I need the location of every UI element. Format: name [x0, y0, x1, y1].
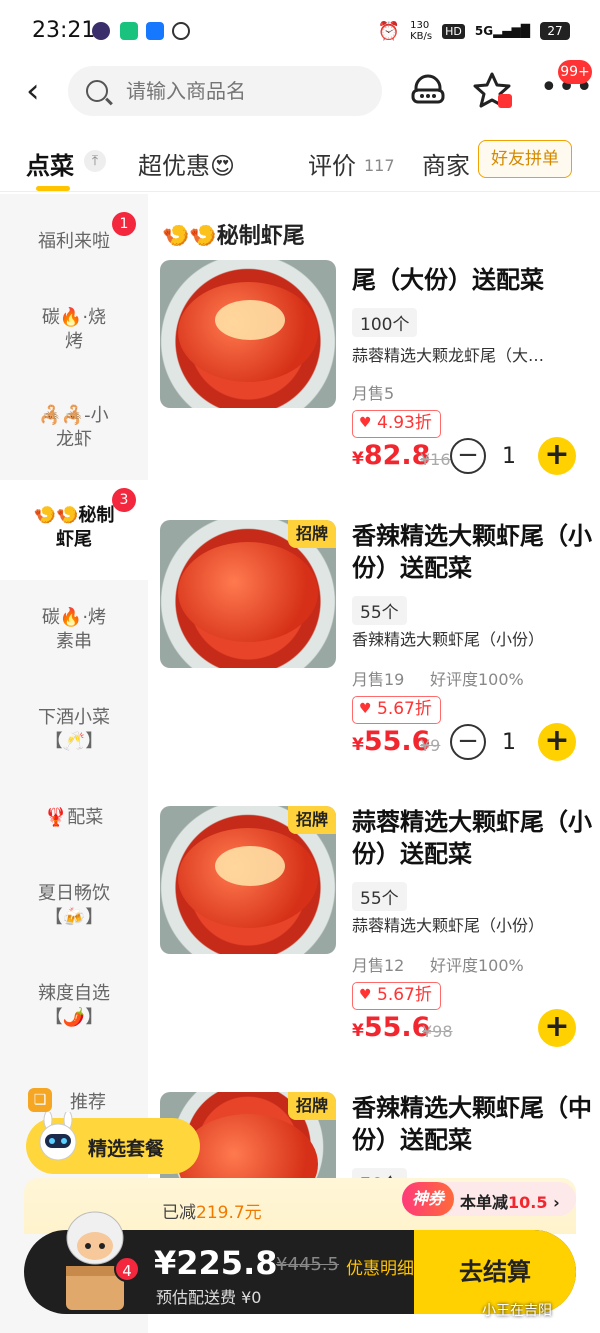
combo-label: 精选套餐: [88, 1138, 165, 1160]
delivery-fee: 预估配送费 ¥0: [156, 1288, 262, 1307]
add-button[interactable]: +: [538, 1009, 576, 1047]
product-item[interactable]: 招牌 香辣精选大颗虾尾（中份）送配菜 76个: [160, 1092, 592, 1197]
cart-count-badge: 4: [114, 1256, 140, 1282]
product-rating: 好评度100%: [430, 956, 524, 975]
product-price: ¥55.6: [352, 1012, 431, 1043]
coupon-pill[interactable]: 神券 本单减10.5 ›: [402, 1182, 576, 1216]
product-price: ¥55.6: [352, 726, 431, 757]
product-rating: 好评度100%: [430, 670, 524, 689]
product-count: 100个: [352, 308, 418, 337]
pin-top-icon[interactable]: ⤒: [84, 150, 106, 172]
status-bar: 23:21 ⏰ 130 KB/s HD 5G▂▄▆█ 27: [0, 0, 600, 62]
alarm-icon: ⏰: [377, 20, 401, 42]
battery-icon: 27: [540, 22, 570, 40]
sidebar-item-side-dishes[interactable]: 下酒小菜 【🥂】: [0, 706, 148, 754]
signature-tag: 招牌: [288, 1092, 336, 1120]
add-button[interactable]: +: [538, 437, 576, 475]
product-item[interactable]: 招牌 香辣精选大颗虾尾（小份）送配菜 55个 香辣精选大颗虾尾（小份） 月售19…: [160, 520, 592, 761]
discount-badge: 5.67折: [352, 696, 441, 724]
product-price: ¥82.8: [352, 440, 431, 471]
product-desc: 蒜蓉精选大颗虾尾（小份）: [352, 916, 545, 935]
product-desc: 蒜蓉精选大颗龙虾尾（大…: [352, 346, 545, 365]
sidebar-item-extras[interactable]: 🦞配菜: [0, 806, 148, 830]
product-name: 蒜蓉精选大颗虾尾（小份）送配菜: [352, 808, 592, 868]
decrease-button[interactable]: −: [450, 438, 486, 474]
discount-badge: 4.93折: [352, 410, 441, 438]
product-image[interactable]: [160, 260, 336, 408]
tab-order[interactable]: 点菜: [26, 146, 74, 181]
watermark: 小王在吉阳: [482, 1303, 552, 1319]
tab-reviews[interactable]: 评价: [308, 146, 356, 181]
sidebar-badge: 1: [112, 212, 136, 236]
original-price: ¥16: [420, 450, 451, 469]
customer-service-icon[interactable]: [408, 70, 448, 110]
product-item[interactable]: 招牌 蒜蓉精选大颗虾尾（小份）送配菜 55个 蒜蓉精选大颗虾尾（小份） 月售12…: [160, 806, 592, 1047]
sidebar-item-bbq[interactable]: 碳🔥·烧烤: [0, 306, 148, 354]
discount-detail-link[interactable]: 优惠明细: [346, 1254, 414, 1279]
net-speed: 130 KB/s: [410, 20, 433, 42]
robot-mascot-icon: [39, 1112, 77, 1161]
sidebar-item-recommend[interactable]: 推荐: [70, 1088, 106, 1114]
combo-button[interactable]: 精选套餐: [26, 1112, 200, 1174]
add-button[interactable]: +: [538, 723, 576, 761]
search-input[interactable]: [126, 79, 356, 103]
tab-deals[interactable]: 超优惠😍: [138, 146, 235, 181]
favorite-star-icon[interactable]: [472, 70, 512, 110]
tab-merchant[interactable]: 商家: [422, 146, 470, 181]
message-badge: 99+: [558, 60, 592, 84]
product-sales: 月售19: [352, 670, 405, 689]
product-count: 55个: [352, 882, 407, 911]
sidebar-item-spice-level[interactable]: 辣度自选 【🌶️】: [0, 982, 148, 1030]
sidebar-item-veg-skewers[interactable]: 碳🔥·烤 素串: [0, 606, 148, 654]
signal-icon: 5G▂▄▆█: [474, 24, 530, 38]
coupon-message: 本单减10.5 ›: [460, 1193, 560, 1212]
decrease-button[interactable]: −: [450, 724, 486, 760]
signature-tag: 招牌: [288, 806, 336, 834]
review-count: 117: [364, 156, 395, 175]
sidebar-badge: 3: [112, 488, 136, 512]
cart-original-total: ¥445.5: [276, 1254, 339, 1275]
product-sales: 月售12: [352, 956, 405, 975]
product-name: 尾（大份）送配菜: [352, 266, 544, 294]
quantity: 1: [502, 444, 516, 469]
sidebar-item-crayfish[interactable]: 🦂🦂-小 龙虾: [0, 404, 148, 452]
quantity: 1: [502, 730, 516, 755]
discount-badge: 5.67折: [352, 982, 441, 1010]
savings-text: 已减219.7元: [162, 1203, 262, 1223]
product-sales: 月售5: [352, 384, 395, 403]
search-icon: [86, 80, 108, 102]
product-item[interactable]: 尾（大份）送配菜 100个 蒜蓉精选大颗龙虾尾（大… 月售5 4.93折 ¥82…: [160, 260, 590, 475]
sidebar-item-drinks[interactable]: 夏日畅饮 【🍻】: [0, 882, 148, 930]
product-desc: 香辣精选大颗虾尾（小份）: [352, 630, 545, 649]
status-time: 23:21: [32, 18, 96, 43]
original-price: ¥9: [420, 736, 441, 755]
tab-active-indicator: [36, 186, 70, 191]
target-icon: [172, 22, 190, 40]
coupon-tag: 神券: [402, 1182, 454, 1216]
alipay-icon: [146, 22, 164, 40]
group-order-button[interactable]: 好友拼单: [478, 140, 572, 178]
search-box[interactable]: [68, 66, 382, 116]
recommend-icon: ❑: [28, 1088, 52, 1112]
product-count: 55个: [352, 596, 407, 625]
camera-app-icon: [120, 22, 138, 40]
back-button[interactable]: ‹: [26, 74, 56, 108]
original-price: ¥98: [422, 1022, 453, 1041]
product-name: 香辣精选大颗虾尾（中份）送配菜: [352, 1094, 592, 1154]
product-name: 香辣精选大颗虾尾（小份）送配菜: [352, 522, 592, 582]
app-notification-icon: [92, 22, 110, 40]
section-title: 🍤🍤秘制虾尾: [162, 224, 305, 249]
cart-total: ¥225.8: [154, 1244, 278, 1282]
signature-tag: 招牌: [288, 520, 336, 548]
hd-icon: HD: [442, 23, 465, 39]
